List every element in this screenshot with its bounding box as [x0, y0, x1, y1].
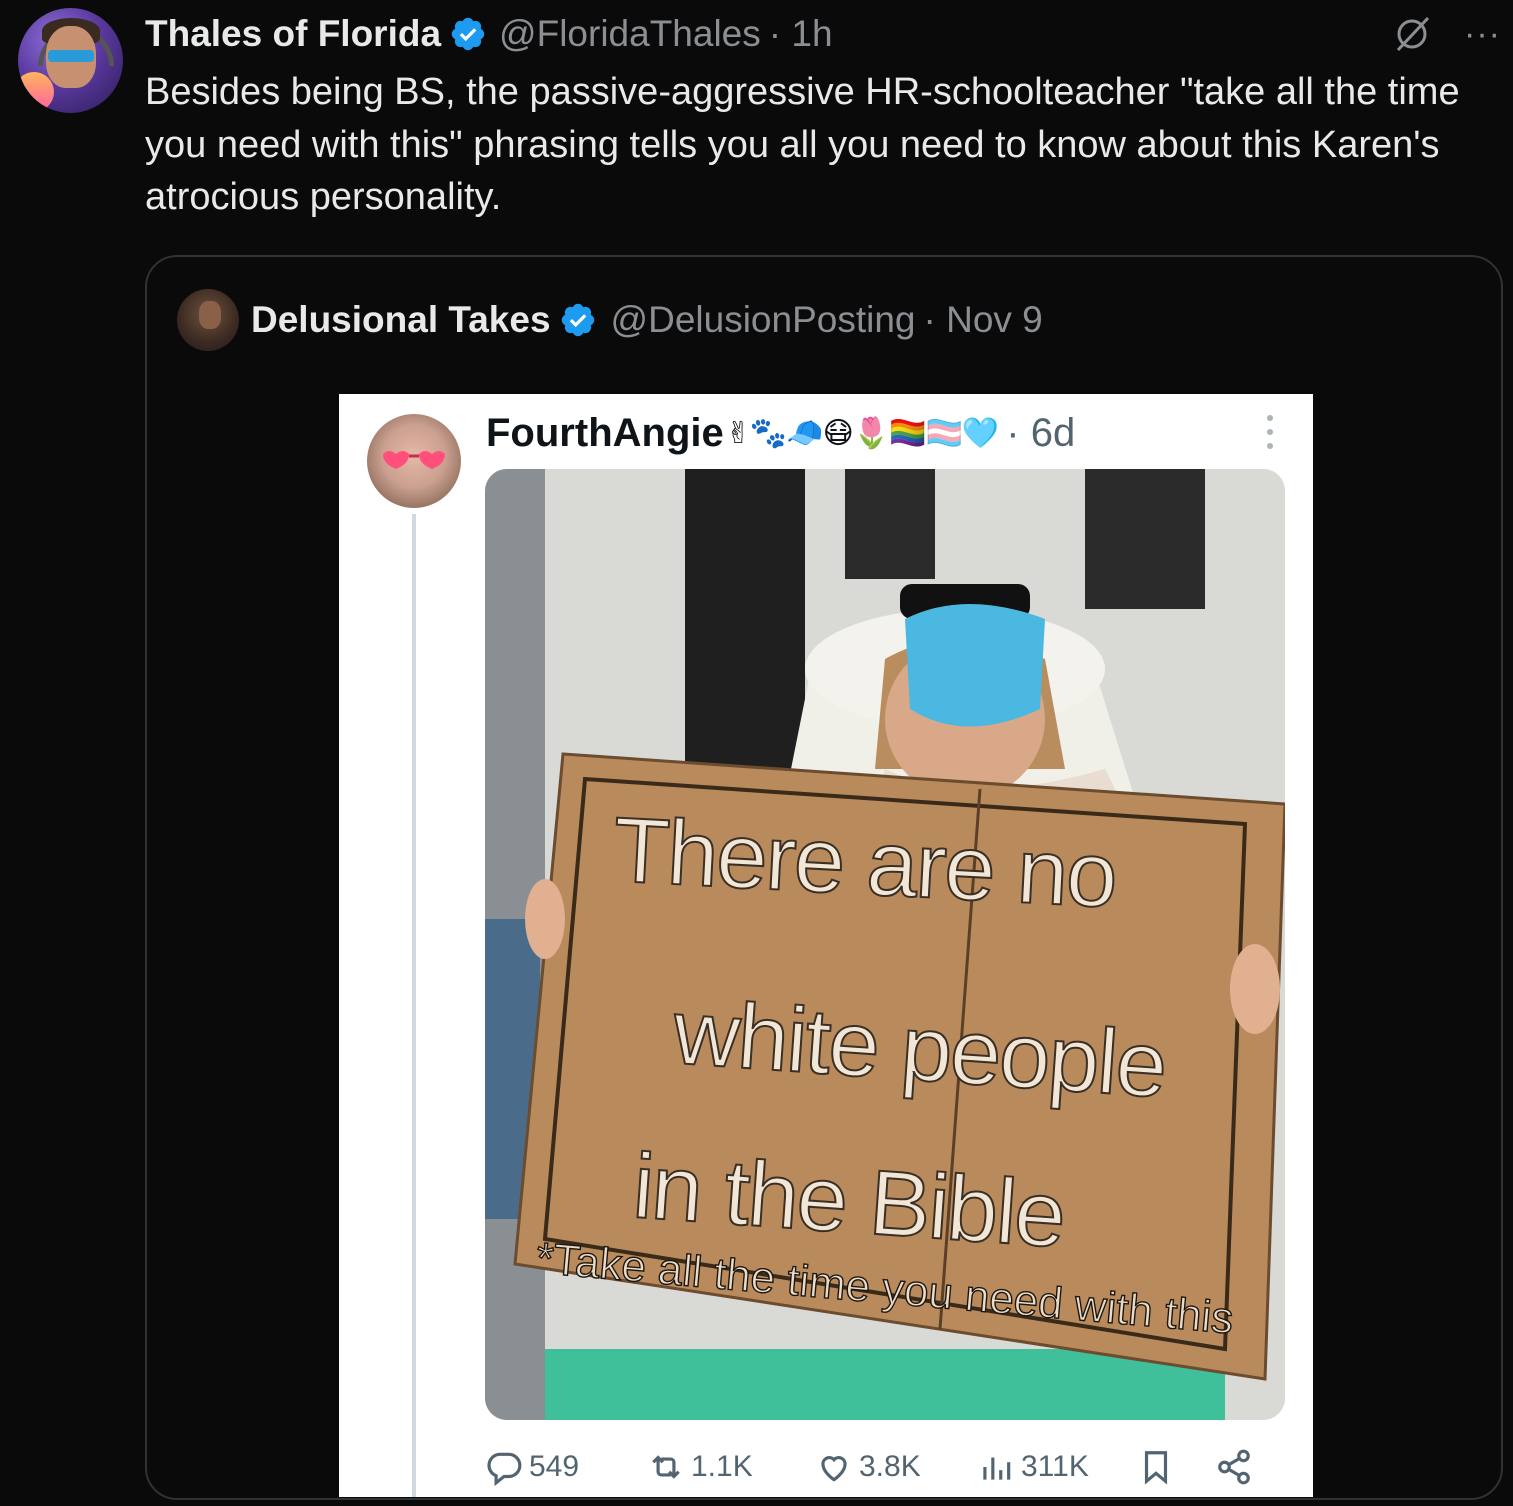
- screenshot-time: · 6d: [1006, 410, 1076, 455]
- author-name[interactable]: Thales of Florida: [145, 13, 441, 55]
- author-avatar[interactable]: [18, 8, 123, 113]
- reply-count: 549: [529, 1450, 580, 1483]
- like-action: 3.8K: [815, 1448, 921, 1486]
- verified-badge-icon: [561, 303, 594, 337]
- screenshot-author-emojis: ✌🐾🧢😷🌷🏳️‍🌈🏳️‍⚧️🩵: [725, 415, 1000, 451]
- screenshot-header: FourthAngie ✌🐾🧢😷🌷🏳️‍🌈🏳️‍⚧️🩵 · 6d: [486, 408, 1075, 458]
- like-icon: [821, 1456, 847, 1482]
- post-header: Thales of Florida @FloridaThales · 1h: [145, 12, 833, 56]
- quoted-post[interactable]: Delusional Takes @DelusionPosting · Nov …: [145, 255, 1503, 1500]
- thread-line: [412, 514, 416, 1497]
- repost-count: 1.1K: [691, 1450, 753, 1483]
- screenshot-author-name: FourthAngie: [486, 410, 724, 455]
- quoted-post-time: · Nov 9: [923, 299, 1043, 340]
- post-top-actions: ···: [1392, 14, 1501, 54]
- grok-icon[interactable]: [1392, 14, 1432, 54]
- like-count: 3.8K: [859, 1450, 921, 1483]
- quoted-author-avatar: [177, 289, 239, 351]
- more-icon[interactable]: ···: [1464, 17, 1501, 51]
- bookmark-action: [1137, 1448, 1181, 1486]
- more-vertical-icon: [1267, 415, 1273, 449]
- reply-icon: [487, 1452, 522, 1486]
- heart-glasses-icon: [383, 451, 445, 469]
- repost-action: 1.1K: [647, 1448, 753, 1486]
- screenshot-avatar: [367, 414, 461, 508]
- post-time[interactable]: · 1h: [769, 13, 833, 55]
- bookmark-icon: [1144, 1451, 1168, 1485]
- quoted-author-handle: @DelusionPosting: [610, 299, 916, 340]
- views-count: 311K: [1021, 1450, 1089, 1483]
- reply-action: 549: [485, 1448, 579, 1486]
- quoted-post-image[interactable]: FourthAngie ✌🐾🧢😷🌷🏳️‍🌈🏳️‍⚧️🩵 · 6d: [339, 394, 1313, 1497]
- post-text: Besides being BS, the passive-aggressive…: [145, 71, 1460, 218]
- quoted-post-header: Delusional Takes @DelusionPosting · Nov …: [177, 289, 1043, 351]
- share-action: [1215, 1448, 1259, 1486]
- screenshot-action-bar: 549 1.1K 3.8K 311K: [485, 1444, 1285, 1494]
- quoted-author-name: Delusional Takes: [251, 299, 551, 340]
- repost-icon: [652, 1455, 680, 1479]
- views-icon: [983, 1457, 1011, 1480]
- author-handle[interactable]: @FloridaThales: [499, 13, 761, 55]
- verified-badge-icon: [451, 17, 485, 51]
- protest-photo: There are no white people in the Bible *…: [485, 469, 1285, 1420]
- share-icon: [1218, 1449, 1250, 1485]
- views-action: 311K: [977, 1448, 1089, 1486]
- avatar-glasses: [48, 50, 94, 62]
